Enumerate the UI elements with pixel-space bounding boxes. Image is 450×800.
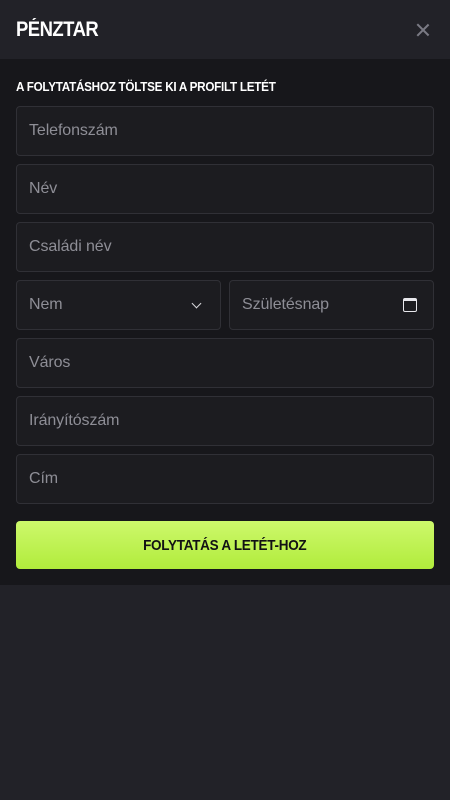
zip-placeholder: Irányítószám	[29, 412, 120, 429]
gender-select-value: Nem	[29, 296, 63, 313]
continue-button-label: FOLYTATÁS A LETÉT-HOZ	[143, 536, 307, 554]
family-name-placeholder: Családi név	[29, 238, 112, 255]
birthday-placeholder: Születésnap	[242, 296, 329, 313]
gender-select[interactable]: Nem	[16, 280, 221, 330]
city-placeholder: Város	[29, 354, 71, 371]
family-name-field[interactable]: Családi név	[16, 222, 434, 272]
city-field[interactable]: Város	[16, 338, 434, 388]
continue-to-deposit-button[interactable]: FOLYTATÁS A LETÉT-HOZ	[16, 521, 434, 569]
address-field[interactable]: Cím	[16, 454, 434, 504]
name-field[interactable]: Név	[16, 164, 434, 214]
name-placeholder: Név	[29, 180, 58, 197]
checkout-modal: PÉNZTAR A FOLYTATÁSHOZ TÖLTSE KI A PROFI…	[0, 0, 450, 585]
profile-form: A FOLYTATÁSHOZ TÖLTSE KI A PROFILT LETÉT…	[0, 59, 450, 585]
close-icon[interactable]	[416, 23, 430, 37]
phone-field[interactable]: Telefonszám	[16, 106, 434, 156]
gender-birthday-row: Nem Születésnap	[16, 280, 434, 330]
modal-header: PÉNZTAR	[0, 0, 450, 59]
modal-title: PÉNZTAR	[16, 17, 99, 41]
zip-field[interactable]: Irányítószám	[16, 396, 434, 446]
address-placeholder: Cím	[29, 470, 59, 487]
calendar-icon[interactable]	[403, 298, 417, 312]
phone-placeholder: Telefonszám	[29, 122, 118, 139]
chevron-down-icon	[191, 298, 202, 308]
form-subtitle: A FOLYTATÁSHOZ TÖLTSE KI A PROFILT LETÉT	[16, 79, 276, 94]
birthday-field[interactable]: Születésnap	[229, 280, 434, 330]
